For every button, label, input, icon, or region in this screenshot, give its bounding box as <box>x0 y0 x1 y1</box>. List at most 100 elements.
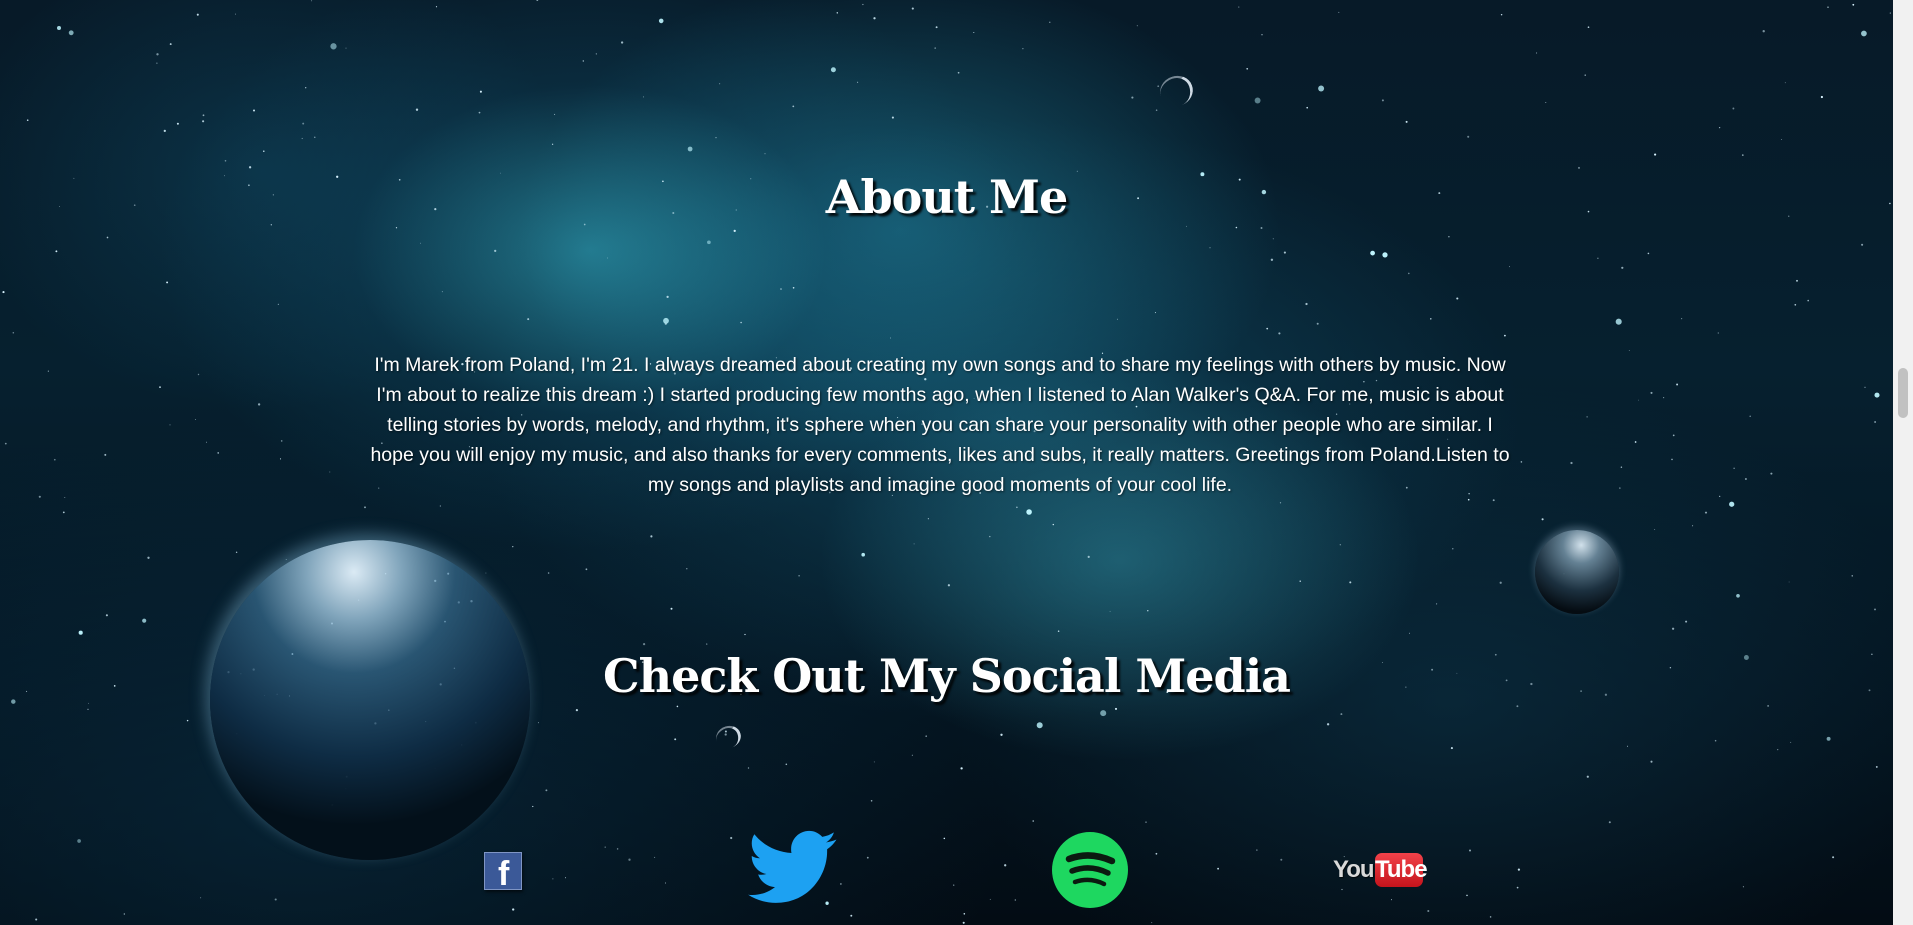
star <box>1516 886 1519 889</box>
star <box>1381 99 1384 102</box>
star <box>1448 236 1450 238</box>
star <box>1155 852 1158 855</box>
star <box>47 370 49 372</box>
star <box>1131 96 1134 99</box>
star <box>1627 745 1628 747</box>
star <box>1500 13 1503 16</box>
star <box>1672 434 1675 437</box>
star <box>1036 722 1043 729</box>
star <box>658 18 664 24</box>
facebook-link[interactable]: f <box>484 852 522 891</box>
star <box>1032 820 1034 822</box>
star <box>1762 30 1765 33</box>
star <box>554 113 556 115</box>
star <box>537 722 539 724</box>
star <box>1681 318 1683 320</box>
star <box>890 337 891 339</box>
star <box>1861 243 1864 246</box>
star <box>780 288 782 290</box>
star <box>1466 894 1468 897</box>
star <box>686 568 688 570</box>
star <box>1499 581 1502 584</box>
star <box>785 763 788 766</box>
star <box>1306 106 1308 109</box>
star <box>1749 415 1751 417</box>
star <box>1520 461 1523 463</box>
star <box>1427 909 1430 913</box>
star <box>1729 501 1735 507</box>
star <box>1788 581 1790 583</box>
star <box>564 877 567 879</box>
star <box>435 6 438 8</box>
star <box>1736 593 1740 598</box>
vertical-scrollbar[interactable] <box>1893 0 1913 925</box>
star <box>1145 821 1147 823</box>
star <box>935 26 938 29</box>
star <box>545 789 548 792</box>
star <box>1014 899 1016 901</box>
twitter-link[interactable] <box>748 830 838 906</box>
star <box>1889 12 1891 14</box>
star <box>1714 739 1717 742</box>
star <box>551 143 554 145</box>
star <box>1784 82 1786 84</box>
star <box>105 614 108 617</box>
star <box>263 150 265 152</box>
star <box>1685 620 1688 623</box>
star <box>1742 886 1744 888</box>
star <box>664 322 667 325</box>
star <box>552 878 554 880</box>
star <box>866 856 869 859</box>
star <box>1318 85 1325 92</box>
star <box>536 0 539 1</box>
star <box>1430 318 1432 320</box>
star <box>913 543 915 545</box>
star <box>707 240 711 245</box>
star <box>1238 6 1240 8</box>
star <box>1628 349 1630 351</box>
youtube-link[interactable]: You Tube <box>1333 850 1428 890</box>
star <box>925 735 927 737</box>
star <box>1057 630 1060 632</box>
star <box>1408 632 1411 634</box>
social-title: Check Out My Social Media <box>603 649 1291 703</box>
star <box>628 858 631 861</box>
star <box>642 642 646 646</box>
star <box>1326 723 1330 726</box>
star <box>1217 867 1219 870</box>
star <box>1671 627 1675 630</box>
star <box>719 83 721 85</box>
spotify-icon <box>1052 832 1128 908</box>
scrollbar-thumb[interactable] <box>1898 368 1908 418</box>
star <box>730 836 733 840</box>
star <box>194 418 196 420</box>
star <box>329 471 331 473</box>
star <box>302 122 305 125</box>
spotify-link[interactable] <box>1052 832 1128 908</box>
star <box>616 848 619 850</box>
star <box>1022 48 1024 50</box>
star <box>911 7 914 10</box>
star <box>1278 332 1281 335</box>
star <box>830 67 836 73</box>
star <box>77 839 81 843</box>
star <box>485 572 487 574</box>
star <box>1770 472 1773 475</box>
star <box>666 295 669 299</box>
star <box>547 572 550 574</box>
star <box>1541 518 1544 521</box>
star <box>1489 916 1492 918</box>
star <box>1794 303 1797 306</box>
star <box>1826 736 1831 741</box>
star <box>1280 858 1283 861</box>
star <box>1671 458 1673 461</box>
star <box>1654 153 1657 156</box>
star <box>953 884 955 886</box>
star <box>733 229 736 233</box>
star <box>1261 33 1263 36</box>
star <box>395 227 398 229</box>
star <box>4 442 7 445</box>
star <box>1185 225 1187 227</box>
star <box>1338 11 1340 13</box>
star <box>1339 544 1341 546</box>
